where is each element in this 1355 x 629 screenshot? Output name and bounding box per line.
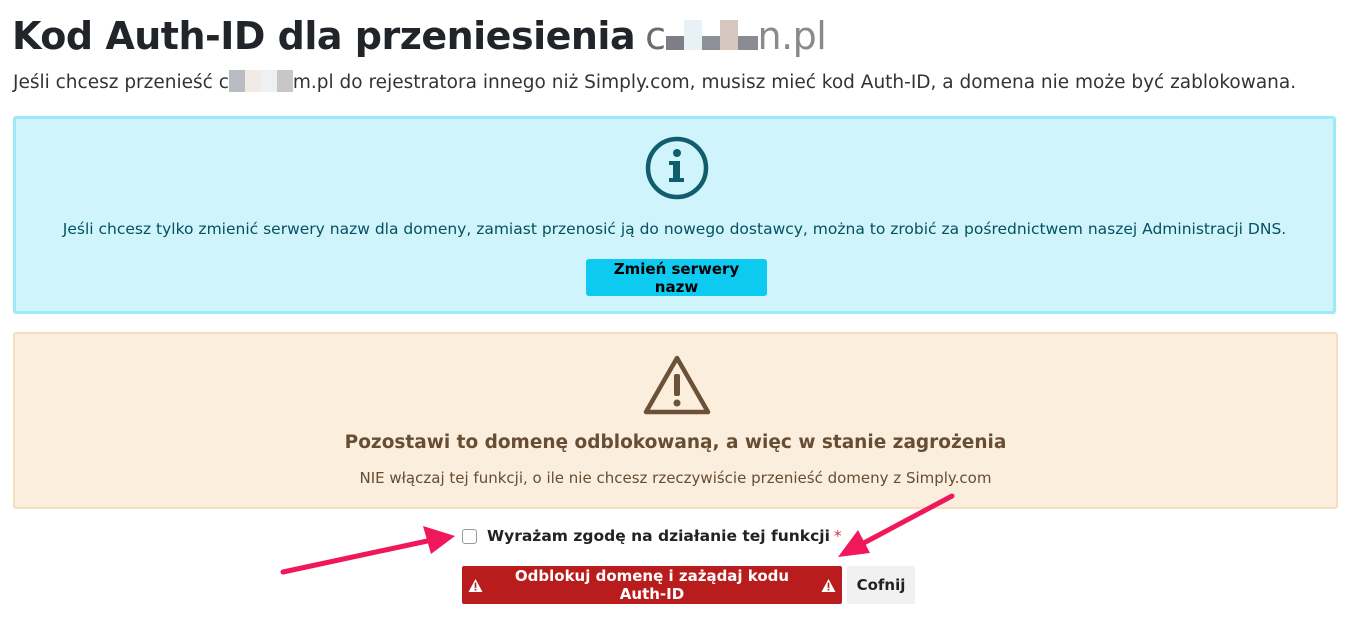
consent-label-text: Wyrażam zgodę na działanie tej funkcji [487,527,830,545]
required-mark: * [833,527,842,545]
consent-checkbox[interactable] [462,528,477,544]
dns-info-alert: Jeśli chcesz tylko zmienić serwery nazw … [13,116,1336,314]
back-button[interactable]: Cofnij [847,566,915,604]
unlock-button-label: Odblokuj domenę i zażądaj kodu Auth-ID [514,567,790,603]
redacted-domain-block [665,19,758,50]
intro-after-domain: m.pl do rejestratora innego niż Simply.c… [292,72,1297,93]
title-domain-prefix: c [645,14,666,58]
consent-label[interactable]: Wyrażam zgodę na działanie tej funkcji * [487,527,842,545]
intro-text: Jeśli chcesz przenieść c m.pl do rejestr… [13,70,1297,94]
intro-before-domain: Jeśli chcesz przenieść c [13,72,229,93]
warning-heading: Pozostawi to domenę odblokowaną, a więc … [344,432,1007,453]
arrow-to-checkbox [280,526,455,575]
warning-triangle-icon [643,355,711,415]
unlock-and-request-authid-button[interactable]: Odblokuj domenę i zażądaj kodu Auth-ID [462,566,842,604]
title-domain-suffix: n.pl [757,14,827,58]
title-domain: c n.pl [645,14,827,58]
redacted-intro-domain [228,70,293,92]
change-nameservers-button[interactable]: Zmień serwery nazw [586,259,767,296]
info-circle-icon [645,136,709,200]
warning-icon-right [821,578,836,592]
warning-text: NIE włączaj tej funkcji, o ile nie chces… [359,469,992,487]
consent-row: Wyrażam zgodę na działanie tej funkcji * [462,527,842,545]
page-title-text: Kod Auth-ID dla przeniesienia [12,14,636,58]
page-title: Kod Auth-ID dla przeniesienia c n.pl [12,14,827,58]
info-text: Jeśli chcesz tylko zmienić serwery nazw … [62,220,1287,238]
unlock-warning-alert: Pozostawi to domenę odblokowaną, a więc … [13,332,1338,509]
warning-icon-left [468,578,483,592]
